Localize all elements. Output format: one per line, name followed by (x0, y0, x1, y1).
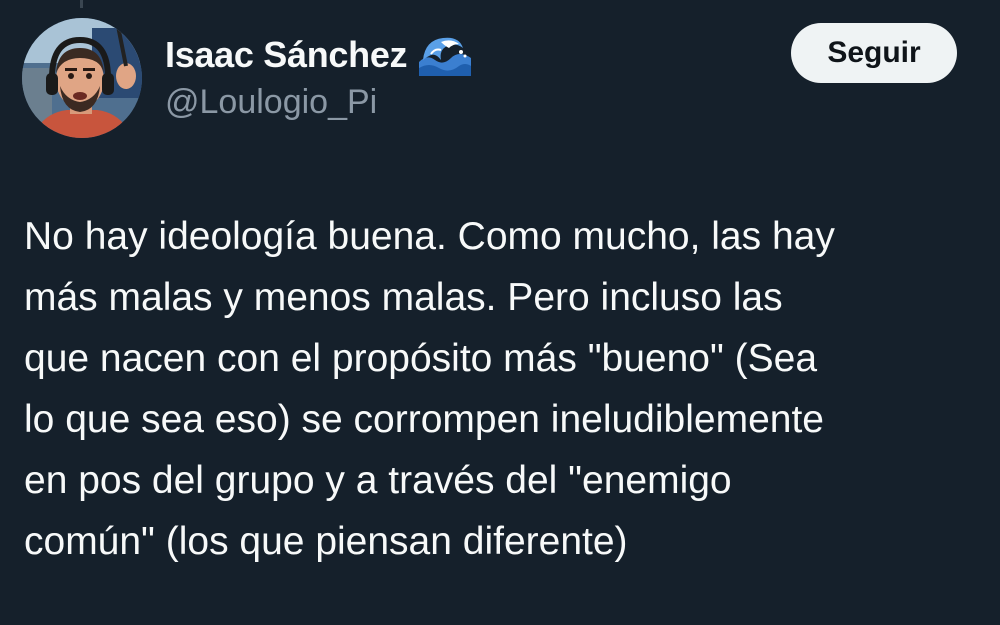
author-name-row: Isaac Sánchez (165, 30, 473, 80)
tweet-text-line: común" (los que piensan diferente) (24, 520, 628, 563)
tweet-text: No hay ideología buena. Como mucho, las … (24, 206, 984, 572)
thread-connector (80, 0, 83, 8)
author-display-name[interactable]: Isaac Sánchez (165, 34, 408, 76)
follow-button[interactable]: Seguir (791, 23, 957, 83)
avatar-image (22, 18, 142, 138)
avatar[interactable] (22, 18, 142, 138)
water-wave-icon (417, 34, 473, 76)
tweet-text-line: lo que sea eso) se corrompen ineludiblem… (24, 398, 824, 441)
tweet-text-line: más malas y menos malas. Pero incluso la… (24, 276, 783, 319)
tweet-card: Isaac Sánchez @Loulogio_Pi Seguir No hay… (0, 0, 1000, 625)
author-handle[interactable]: @Loulogio_Pi (165, 83, 377, 122)
tweet-text-line: en pos del grupo y a través del "enemigo (24, 459, 732, 502)
tweet-text-line: No hay ideología buena. Como mucho, las … (24, 215, 835, 258)
tweet-text-line: que nacen con el propósito más "bueno" (… (24, 337, 818, 380)
